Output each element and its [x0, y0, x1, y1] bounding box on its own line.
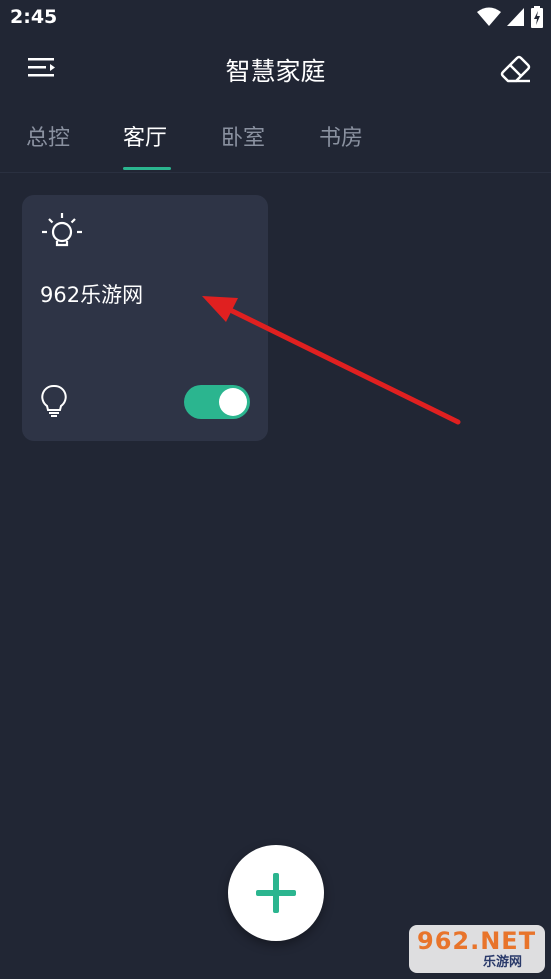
light-bulb-icon	[40, 209, 84, 253]
room-tabs: 总控 客厅 卧室 书房	[0, 104, 551, 172]
eraser-icon	[497, 55, 533, 90]
switch-knob	[219, 388, 247, 416]
cell-signal-icon	[507, 7, 525, 31]
add-device-button[interactable]	[228, 845, 324, 941]
app-bar: 智慧家庭	[0, 36, 551, 104]
bulb-outline-icon	[40, 384, 68, 418]
status-icons	[477, 6, 543, 32]
device-card[interactable]: 962乐游网	[22, 195, 268, 441]
tabs-divider	[0, 172, 551, 173]
power-switch[interactable]	[184, 385, 250, 419]
watermark-sub: 乐游网	[483, 955, 523, 970]
active-tab-indicator	[123, 167, 171, 170]
wifi-icon	[477, 7, 501, 31]
tab-zongkong[interactable]: 总控	[26, 120, 70, 152]
device-name: 962乐游网	[40, 283, 144, 307]
tab-woshi[interactable]: 卧室	[221, 120, 265, 152]
eraser-button[interactable]	[497, 50, 533, 86]
tab-shufang[interactable]: 书房	[319, 120, 363, 152]
page-title: 智慧家庭	[225, 57, 326, 86]
status-time: 2:45	[10, 6, 58, 28]
status-bar: 2:45	[0, 0, 551, 36]
battery-charging-icon	[531, 6, 543, 32]
tab-keting[interactable]: 客厅	[123, 120, 167, 152]
watermark-logo: 962.NET 乐游网	[409, 925, 545, 973]
